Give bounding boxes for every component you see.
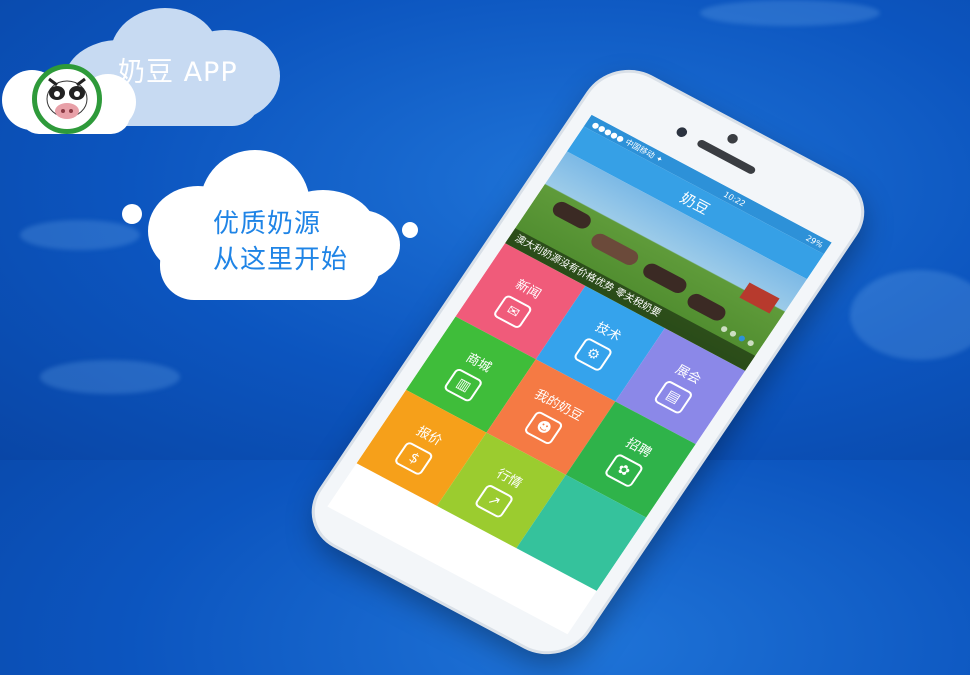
- background-cloud: [40, 360, 180, 394]
- slogan: 优质奶源 从这里开始: [213, 206, 348, 278]
- tile-label: 商城: [462, 350, 495, 376]
- carousel-dot[interactable]: [746, 339, 755, 348]
- trend-icon: ↗: [473, 482, 515, 519]
- phone-screen: ●●●●● 中国移动 ✦ 10:22 29% 奶豆 澳大利奶源没有价格优势 零关…: [327, 114, 832, 635]
- tile-label: 行情: [493, 466, 525, 492]
- user-card-icon: ☻: [523, 409, 565, 446]
- slogan-line-1: 优质奶源: [213, 209, 322, 239]
- slogan-line-2: 从这里开始: [213, 245, 349, 275]
- store-icon: ▥: [443, 366, 485, 403]
- carousel-dot-active[interactable]: [737, 334, 747, 343]
- news-icon: ✉: [492, 293, 534, 330]
- tile-label: 技术: [592, 319, 624, 345]
- background-cloud: [20, 220, 140, 250]
- background-cloud: [700, 0, 880, 26]
- carousel-dot[interactable]: [719, 325, 729, 333]
- carousel-dot[interactable]: [728, 329, 738, 338]
- barn-image: [739, 282, 780, 314]
- front-sensor-icon: [674, 125, 690, 139]
- cow-face-icon: [46, 77, 88, 119]
- camera-icon: [725, 132, 740, 146]
- tile-label: 报价: [413, 423, 445, 449]
- tile-label: 新闻: [512, 277, 544, 302]
- cow-image: [588, 230, 642, 268]
- tile-label: 招聘: [623, 435, 655, 461]
- background-cloud: [850, 270, 970, 360]
- app-title: 奶豆 APP: [118, 57, 238, 88]
- cow-image: [549, 199, 594, 232]
- handshake-icon: ✿: [603, 452, 645, 488]
- phone-mockup: ●●●●● 中国移动 ✦ 10:22 29% 奶豆 澳大利奶源没有价格优势 零关…: [268, 30, 896, 666]
- booth-icon: ▤: [652, 378, 694, 415]
- phone-body: ●●●●● 中国移动 ✦ 10:22 29% 奶豆 澳大利奶源没有价格优势 零关…: [298, 58, 878, 666]
- app-logo: [32, 64, 102, 134]
- cow-image: [684, 291, 729, 324]
- wrench-icon: ⚙: [572, 336, 614, 372]
- cow-image: [640, 260, 690, 296]
- tile-label: 展会: [672, 362, 704, 387]
- money-bag-icon: $: [393, 440, 435, 477]
- speaker-grille: [695, 138, 757, 176]
